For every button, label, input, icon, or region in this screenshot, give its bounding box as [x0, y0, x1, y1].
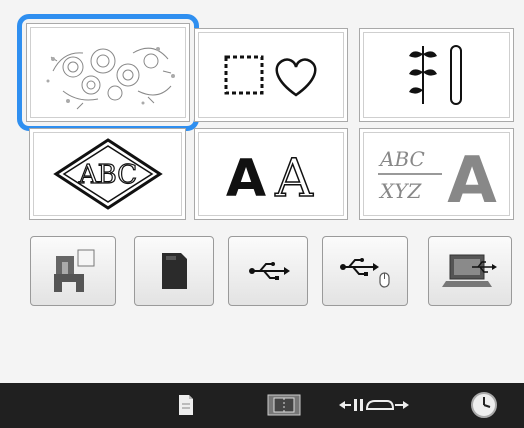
computer-usb-icon: [442, 254, 497, 287]
svg-text:A: A: [226, 149, 266, 204]
square-heart-frame-icon: [224, 55, 317, 97]
utility-stitches-tile[interactable]: [359, 28, 514, 122]
bottom-status-bar: [0, 383, 524, 428]
computer-usb-button[interactable]: [428, 236, 512, 306]
alphabet-fonts-tile[interactable]: A A: [194, 128, 348, 220]
decorative-alphabet-tile[interactable]: ABC XYZ A: [359, 128, 514, 220]
leaf-stitch-icon: [408, 45, 462, 105]
monogram-tile[interactable]: ABC: [29, 128, 186, 220]
document-icon[interactable]: [174, 389, 198, 421]
svg-text:A: A: [274, 149, 314, 204]
svg-text:ABC: ABC: [378, 147, 425, 171]
floral-pattern-icon: [46, 46, 175, 109]
sd-card-icon: [162, 253, 187, 289]
decorative-letters-icon: ABC XYZ A: [377, 144, 497, 212]
usb-mouse-icon: [340, 258, 390, 288]
monogram-label: ABC: [77, 160, 136, 190]
font-letters-icon: A A: [226, 148, 315, 204]
decorative-letter-label: A: [447, 144, 497, 212]
machine-memory-button[interactable]: [30, 236, 116, 306]
floral-embroidery-tile[interactable]: [26, 23, 190, 122]
sd-card-button[interactable]: [134, 236, 214, 306]
needle-position-icon[interactable]: [336, 389, 414, 421]
usb-icon: [249, 262, 290, 280]
usb-mouse-button[interactable]: [322, 236, 408, 306]
frame-shapes-tile[interactable]: [194, 28, 348, 122]
usb-button[interactable]: [228, 236, 308, 306]
svg-text:XYZ: XYZ: [378, 179, 422, 203]
embroidery-machine-icon: [54, 249, 95, 292]
monogram-diamond-icon: ABC: [52, 138, 163, 210]
hoop-icon[interactable]: [264, 389, 304, 421]
clock-icon[interactable]: [468, 389, 500, 421]
